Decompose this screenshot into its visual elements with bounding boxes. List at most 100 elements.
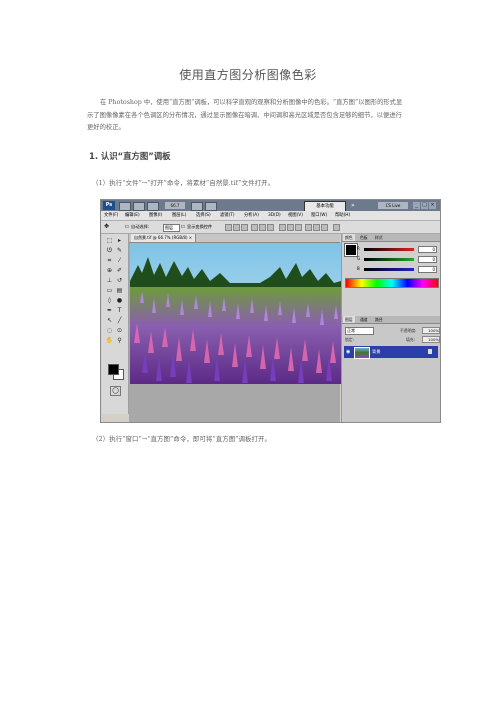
fill-label: 填充: xyxy=(406,337,415,342)
auto-select-label: 自动选择: xyxy=(131,224,150,229)
menu-analysis[interactable]: 分析(A) xyxy=(244,211,259,220)
distribute-bottom-icon[interactable] xyxy=(295,224,302,231)
zoom-tool-icon[interactable]: ⚲ xyxy=(115,337,124,345)
pen-tool-icon[interactable]: ✒ xyxy=(105,307,114,315)
foreground-color-swatch[interactable] xyxy=(108,364,119,375)
zoom-level[interactable]: 66.7 xyxy=(165,202,185,209)
menu-select[interactable]: 选择(S) xyxy=(196,211,211,220)
close-button[interactable]: × xyxy=(429,202,436,209)
brush-tool-icon[interactable]: ✐ xyxy=(115,267,124,275)
show-transform-label: 显示变换控件 xyxy=(187,224,213,229)
menu-help[interactable]: 帮助(H) xyxy=(335,211,350,220)
opacity-field[interactable]: 100% xyxy=(422,327,440,334)
menu-window[interactable]: 窗口(W) xyxy=(311,211,327,220)
3d-rotate-tool-icon[interactable]: ◌ xyxy=(105,327,114,335)
path-select-tool-icon[interactable]: ↖ xyxy=(105,317,114,325)
menu-bar: 文件(F) 编辑(E) 图像(I) 图层(L) 选择(S) 滤镜(T) 分析(A… xyxy=(101,211,440,221)
marquee-tool-icon[interactable]: ⬚ xyxy=(105,237,114,245)
layer-row-background[interactable]: ◉ 背景 xyxy=(344,346,438,359)
toolbox: ⬚ ▸ ᘎ ✎ ⌗ ⁄ ⊕ ✐ ⊥ ↺ ▭ ▤ ◊ ● ✒ T ↖ ╱ ◌ ⊙ … xyxy=(102,234,129,414)
crop-tool-icon[interactable]: ⌗ xyxy=(105,257,114,265)
auto-select-checkbox[interactable]: ☐ xyxy=(125,221,129,233)
distribute-left-icon[interactable] xyxy=(305,224,312,231)
history-brush-tool-icon[interactable]: ↺ xyxy=(115,277,124,285)
dodge-tool-icon[interactable]: ● xyxy=(115,297,124,305)
quick-select-tool-icon[interactable]: ✎ xyxy=(115,247,124,255)
eyedropper-tool-icon[interactable]: ⁄ xyxy=(115,257,124,265)
align-hcenter-icon[interactable] xyxy=(259,224,266,231)
screen-mode-icon[interactable] xyxy=(205,202,217,211)
menu-filter[interactable]: 滤镜(T) xyxy=(220,211,235,220)
distribute-right-icon[interactable] xyxy=(321,224,328,231)
more-workspaces-icon[interactable]: » xyxy=(351,201,355,210)
intro-paragraph: 在 Photoshop 中，使用“直方图”调板，可以科学直观的观察和分析图像中的… xyxy=(87,99,403,132)
blue-channel-slider[interactable] xyxy=(364,268,414,271)
red-channel-slider[interactable] xyxy=(364,248,414,251)
tab-paths[interactable]: 路径 xyxy=(373,316,385,323)
align-top-icon[interactable] xyxy=(225,224,232,231)
ps-logo-icon: Ps xyxy=(103,201,115,210)
eraser-tool-icon[interactable]: ▭ xyxy=(105,287,114,295)
document-tab[interactable]: 自然景.tif @ 66.7% (RGB/8) × xyxy=(131,234,197,242)
visibility-eye-icon[interactable]: ◉ xyxy=(346,349,352,355)
distribute-top-icon[interactable] xyxy=(279,224,286,231)
distribute-vcenter-icon[interactable] xyxy=(287,224,294,231)
tab-layers[interactable]: 图层 xyxy=(343,316,355,323)
align-left-icon[interactable] xyxy=(251,224,258,231)
minimize-button[interactable]: _ xyxy=(413,202,420,209)
hand-view-icon[interactable] xyxy=(147,202,159,211)
green-channel-slider[interactable] xyxy=(364,258,414,261)
menu-edit[interactable]: 编辑(E) xyxy=(125,211,140,220)
green-channel-label: G xyxy=(357,256,361,261)
hand-tool-icon[interactable]: ✋ xyxy=(105,337,114,345)
menu-3d[interactable]: 3D(D) xyxy=(268,211,281,220)
blue-channel-value[interactable]: 0 xyxy=(418,266,437,273)
blue-channel-label: B xyxy=(357,266,360,271)
tab-styles[interactable]: 样式 xyxy=(373,234,385,241)
shape-tool-icon[interactable]: ╱ xyxy=(115,317,124,325)
minibridge-icon[interactable] xyxy=(133,202,145,211)
layers-panel-tabs: 图层 通道 路径 xyxy=(342,316,440,324)
align-vcenter-icon[interactable] xyxy=(233,224,240,231)
fill-field[interactable]: 100% xyxy=(422,336,440,343)
color-panel-tabs: 颜色 色板 样式 xyxy=(342,234,440,242)
menu-view[interactable]: 视图(V) xyxy=(288,211,303,220)
align-right-icon[interactable] xyxy=(267,224,274,231)
color-panel-swatch[interactable] xyxy=(344,243,358,257)
tab-swatches[interactable]: 色板 xyxy=(358,234,370,241)
healing-tool-icon[interactable]: ⊕ xyxy=(105,267,114,275)
photoshop-screenshot: Ps 66.7 基本功能 » CS Live _ □ × 文件(F) 编辑(E)… xyxy=(100,199,441,423)
auto-select-dropdown[interactable]: 图层 xyxy=(163,224,180,232)
panel-dock: 颜色 色板 样式 R 0 G 0 B 0 图层 通道 路径 正常 不透明度: 1… xyxy=(341,234,440,422)
green-channel-value[interactable]: 0 xyxy=(418,256,437,263)
align-bottom-icon[interactable] xyxy=(241,224,248,231)
document-area: 自然景.tif @ 66.7% (RGB/8) × xyxy=(129,234,341,422)
cs-live-button[interactable]: CS Live xyxy=(378,202,408,209)
quick-mask-icon[interactable]: ◯ xyxy=(110,386,121,396)
bridge-icon[interactable] xyxy=(119,202,131,211)
stamp-tool-icon[interactable]: ⊥ xyxy=(105,277,114,285)
tab-color[interactable]: 颜色 xyxy=(343,234,355,241)
distribute-hcenter-icon[interactable] xyxy=(313,224,320,231)
blend-mode-dropdown[interactable]: 正常 xyxy=(345,327,374,335)
menu-layer[interactable]: 图层(L) xyxy=(172,211,186,220)
type-tool-icon[interactable]: T xyxy=(115,307,124,315)
maximize-button[interactable]: □ xyxy=(421,202,428,209)
menu-image[interactable]: 图像(I) xyxy=(149,211,162,220)
lasso-tool-icon[interactable]: ᘎ xyxy=(105,247,114,255)
tab-channels[interactable]: 通道 xyxy=(358,316,370,323)
move-tool-icon[interactable]: ▸ xyxy=(115,237,124,245)
auto-align-icon[interactable] xyxy=(333,224,340,231)
arrange-docs-icon[interactable] xyxy=(191,202,203,211)
opacity-label: 不透明度: xyxy=(400,328,417,333)
move-tool-icon[interactable]: ✥ xyxy=(104,221,109,233)
layer-thumbnail xyxy=(354,347,370,359)
red-channel-value[interactable]: 0 xyxy=(418,246,437,253)
section-heading: 1. 认识“直方图”调板 xyxy=(89,151,171,161)
show-transform-checkbox[interactable]: ☐ xyxy=(181,221,185,233)
blur-tool-icon[interactable]: ◊ xyxy=(105,297,114,305)
menu-file[interactable]: 文件(F) xyxy=(104,211,118,220)
color-spectrum-bar[interactable] xyxy=(345,278,439,288)
gradient-tool-icon[interactable]: ▤ xyxy=(115,287,124,295)
3d-orbit-tool-icon[interactable]: ⊙ xyxy=(115,327,124,335)
